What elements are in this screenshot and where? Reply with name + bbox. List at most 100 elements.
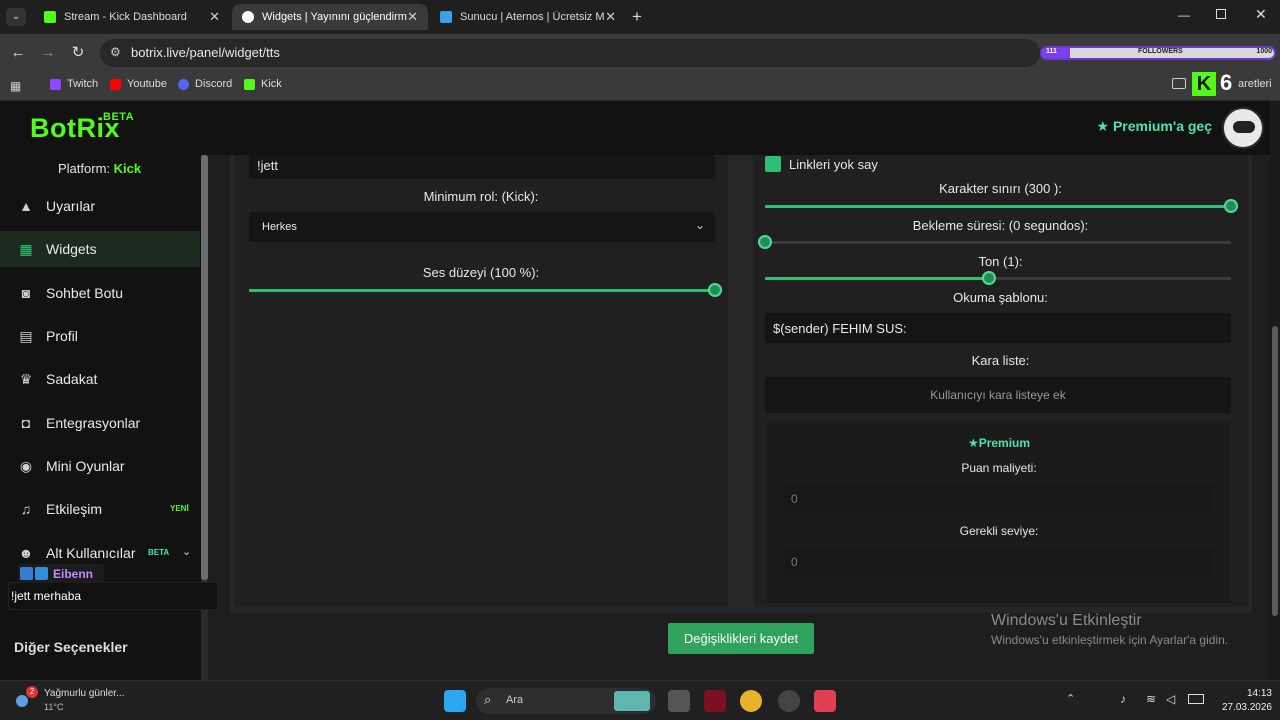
windows-taskbar: 2 Yağmurlu günler... 11°C ⌕ Ara ⌃ ♪ ≋ ◁ … bbox=[0, 680, 1280, 720]
save-changes-button[interactable]: Değişiklikleri kaydet bbox=[668, 623, 814, 654]
new-tab-button[interactable]: + bbox=[632, 7, 642, 27]
app-icon-dark[interactable] bbox=[778, 690, 800, 712]
sidebar-item-integrations[interactable]: ◘ Entegrasyonlar bbox=[0, 405, 200, 441]
new-badge: YENİ bbox=[170, 504, 189, 513]
level-input[interactable]: 0 bbox=[783, 548, 1213, 576]
blacklist-label: Kara liste: bbox=[971, 353, 1030, 368]
char-limit-label: Karakter sınırı (300 ): bbox=[939, 181, 1062, 196]
volume-slider-handle[interactable] bbox=[708, 283, 722, 297]
chevron-down-icon[interactable]: ⌄ bbox=[182, 545, 191, 558]
beta-badge: BETA bbox=[148, 548, 170, 557]
ignore-links-checkbox[interactable] bbox=[765, 156, 781, 172]
char-limit-slider-handle[interactable] bbox=[1224, 199, 1238, 213]
level-label: Gerekli seviye: bbox=[959, 524, 1039, 538]
tray-volume-icon[interactable]: ◁ bbox=[1166, 692, 1175, 706]
address-bar: ← → ↻ ⚙ botrix.live/panel/widget/tts 111… bbox=[0, 34, 1280, 72]
grid-icon: ▦ bbox=[19, 241, 33, 257]
task-view-icon[interactable] bbox=[668, 690, 690, 712]
tab-aternos[interactable]: Sunucu | Aternos | Ücretsiz Min ✕ bbox=[430, 4, 626, 30]
premium-upgrade-link[interactable]: ★ Premium'a geç bbox=[1097, 118, 1213, 135]
browser-tab-bar: ⌄ Stream - Kick Dashboard ✕ Widgets | Ya… bbox=[0, 0, 1280, 34]
char-limit-slider-fill bbox=[765, 205, 1231, 208]
site-info-icon[interactable]: ⚙ bbox=[110, 45, 121, 59]
maximize-icon[interactable] bbox=[1216, 9, 1226, 19]
folder-icon[interactable] bbox=[1172, 78, 1186, 89]
weather-temp: 11°C bbox=[44, 702, 64, 712]
bookmark-discord[interactable]: Discord bbox=[178, 78, 232, 90]
template-input[interactable]: $(sender) FEHIM SUS: bbox=[765, 313, 1231, 343]
apps-grid-icon[interactable]: ▦ bbox=[10, 79, 21, 93]
sidebar-item-engagement[interactable]: ♫ Etkileşim YENİ bbox=[0, 491, 200, 527]
page-scrollbar-thumb[interactable] bbox=[1272, 326, 1278, 616]
trophy-icon: ♛ bbox=[19, 371, 33, 387]
youtube-icon bbox=[110, 78, 121, 90]
volume-label: Ses düzeyi (100 %): bbox=[422, 265, 540, 280]
chrome-icon[interactable] bbox=[740, 690, 762, 712]
tab-search-button[interactable]: ⌄ bbox=[6, 8, 26, 26]
min-role-select[interactable]: Herkes ⌄ bbox=[249, 212, 715, 242]
sidebar-item-minigames[interactable]: ◉ Mini Oyunlar bbox=[0, 448, 200, 484]
windows-start-icon[interactable] bbox=[444, 690, 466, 712]
botrix-logo[interactable]: BotRix BETA bbox=[30, 111, 134, 144]
app-icon-red[interactable] bbox=[704, 690, 726, 712]
url-input[interactable]: ⚙ botrix.live/panel/widget/tts bbox=[100, 39, 1040, 67]
tray-mic-icon[interactable]: ♪ bbox=[1120, 692, 1126, 706]
section-title: Diğer Seçenekler bbox=[14, 639, 128, 655]
cooldown-slider-track[interactable] bbox=[765, 241, 1231, 244]
close-icon[interactable]: ✕ bbox=[605, 9, 616, 25]
tray-wifi-icon[interactable]: ≋ bbox=[1146, 692, 1156, 706]
tab-kick-dashboard[interactable]: Stream - Kick Dashboard ✕ bbox=[34, 4, 230, 30]
og-badge-icon bbox=[35, 567, 48, 580]
kick-overlay-count: 6 bbox=[1220, 70, 1233, 95]
sidebar-item-widgets[interactable]: ▦ Widgets bbox=[0, 231, 200, 267]
app-icon-valorant[interactable] bbox=[814, 690, 836, 712]
tab-title: Sunucu | Aternos | Ücretsiz Min bbox=[460, 11, 606, 23]
command-input[interactable]: !jett bbox=[249, 155, 715, 179]
clock-time[interactable]: 14:13 bbox=[1222, 688, 1272, 699]
twitch-icon bbox=[50, 78, 61, 90]
star-icon: ★ bbox=[967, 436, 979, 450]
tab-title: Widgets | Yayınını güçlendirmek bbox=[262, 11, 408, 23]
bookmark-twitch[interactable]: Twitch bbox=[50, 78, 98, 90]
taskbar-search[interactable]: ⌕ Ara bbox=[476, 688, 656, 714]
close-icon[interactable]: ✕ bbox=[407, 9, 418, 25]
botrix-icon bbox=[242, 11, 254, 23]
sidebar-item-chatbot[interactable]: ◙ Sohbet Botu bbox=[0, 275, 200, 311]
sidebar-item-label: Widgets bbox=[46, 241, 97, 257]
cooldown-label: Bekleme süresi: (0 segundos): bbox=[912, 218, 1089, 233]
right-settings-panel: Linkleri yok say Karakter sınırı (300 ):… bbox=[753, 155, 1248, 607]
followers-label: FOLLOWERS bbox=[1138, 48, 1183, 55]
avatar[interactable] bbox=[1222, 107, 1264, 149]
sidebar-item-alerts[interactable]: ▲ Uyarılar bbox=[0, 188, 200, 224]
forward-icon[interactable]: → bbox=[37, 42, 59, 64]
point-cost-input[interactable]: 0 bbox=[783, 485, 1213, 513]
tray-chevron-icon[interactable]: ⌃ bbox=[1066, 692, 1075, 705]
minimize-icon[interactable]: — bbox=[1178, 8, 1190, 22]
platform-indicator: Platform: Kick bbox=[58, 161, 141, 176]
tone-slider-handle[interactable] bbox=[982, 271, 996, 285]
sidebar-item-profile[interactable]: ▤ Profil bbox=[0, 318, 200, 354]
blacklist-placeholder: Kullanıcıyı kara listeye ek bbox=[930, 388, 1066, 402]
clock-date[interactable]: 27.03.2026 bbox=[1212, 702, 1272, 713]
blacklist-input[interactable]: Kullanıcıyı kara listeye ek bbox=[765, 377, 1231, 413]
cooldown-slider-handle[interactable] bbox=[758, 235, 772, 249]
warning-icon: ▲ bbox=[19, 198, 33, 214]
back-icon[interactable]: ← bbox=[7, 42, 29, 64]
sidebar-item-loyalty[interactable]: ♛ Sadakat bbox=[0, 361, 200, 397]
kick-overlay-logo: K bbox=[1192, 72, 1216, 96]
tray-battery-icon[interactable] bbox=[1188, 694, 1204, 704]
sidebar-scrollbar-thumb[interactable] bbox=[201, 155, 208, 580]
id-card-icon: ▤ bbox=[19, 328, 33, 344]
weather-widget[interactable]: 2 Yağmurlu günler... 11°C bbox=[14, 686, 144, 716]
url-text: botrix.live/panel/widget/tts bbox=[131, 45, 280, 60]
bookmark-kick[interactable]: Kick bbox=[244, 78, 282, 90]
tab-widgets[interactable]: Widgets | Yayınını güçlendirmek ✕ bbox=[232, 4, 428, 30]
close-window-icon[interactable]: ✕ bbox=[1255, 6, 1267, 23]
other-bookmarks[interactable]: aretleri bbox=[1238, 78, 1272, 90]
bookmark-youtube[interactable]: Youtube bbox=[110, 78, 167, 90]
level-value: 0 bbox=[791, 555, 798, 569]
template-value: $(sender) FEHIM SUS: bbox=[773, 321, 907, 336]
reload-icon[interactable]: ↻ bbox=[67, 42, 89, 64]
close-icon[interactable]: ✕ bbox=[209, 9, 220, 25]
sidebar-item-label: Sohbet Botu bbox=[46, 285, 124, 301]
